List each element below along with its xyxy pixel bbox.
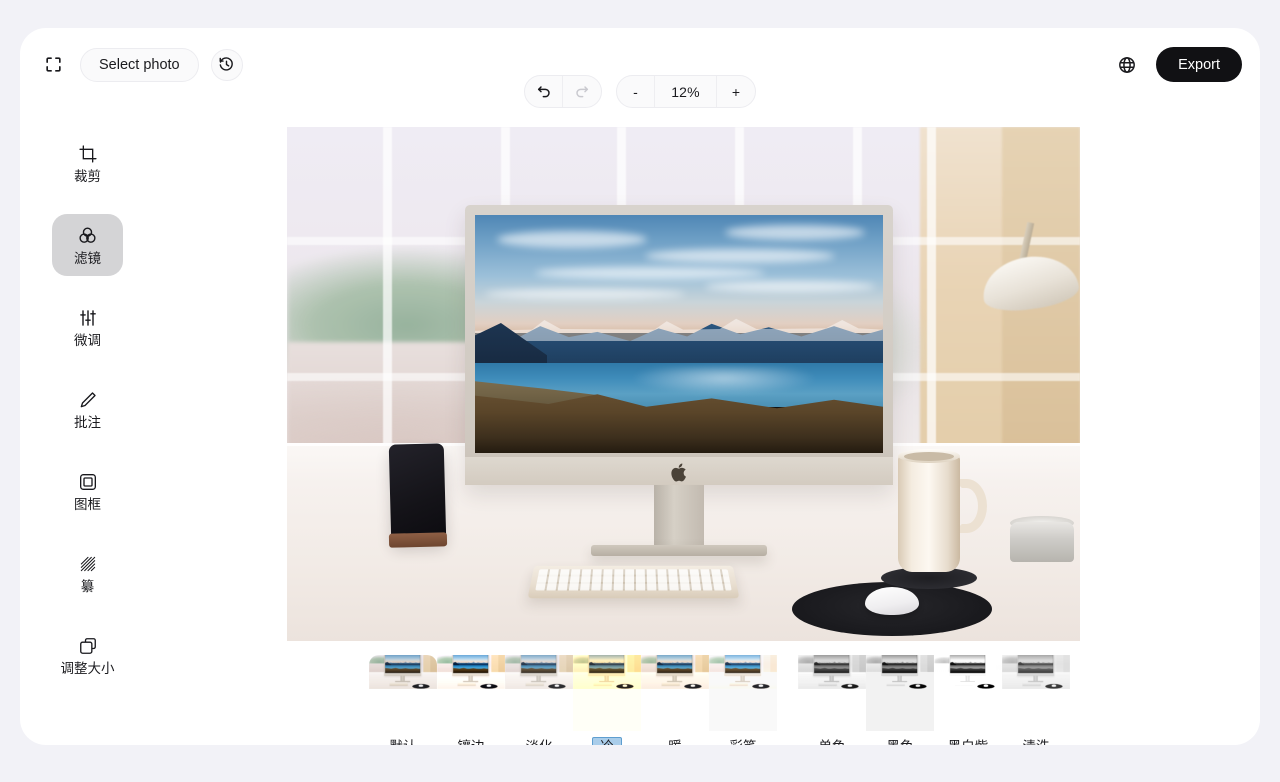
filter-thumbnail [1002, 655, 1070, 731]
filter-item-black-white-purple[interactable]: 黑白紫 [934, 655, 1002, 745]
filter-label: 淡化 [519, 737, 560, 745]
photo-canvas[interactable] [287, 127, 1080, 641]
filter-strip-fade [1110, 648, 1260, 745]
filter-item-edge[interactable]: 镶边 [437, 655, 505, 745]
editor-window: Select photo - 12% + Export 裁剪 滤镜 微调 批注 … [20, 28, 1260, 745]
toolbar-right-group: Export [1112, 28, 1242, 101]
sidebar-item-mosaic[interactable]: 纂 [52, 542, 123, 604]
filter-rail: 默认 [369, 655, 1070, 745]
sliders-icon [78, 307, 98, 329]
sidebar-item-label: 裁剪 [74, 170, 101, 184]
sidebar-item-label: 微调 [74, 334, 101, 348]
filter-label: 镶边 [451, 737, 492, 745]
filter-item-warm[interactable]: 暖 [641, 655, 709, 745]
filter-label: 单色 [812, 737, 853, 745]
filter-item-monochrome[interactable]: 单色 [798, 655, 866, 745]
toolbar: Select photo - 12% + Export [20, 28, 1260, 101]
photo-scene [287, 127, 1080, 641]
filter-thumbnail [573, 655, 641, 731]
filter-thumbnail [641, 655, 709, 731]
filter-thumbnail [437, 655, 505, 731]
filter-strip[interactable]: 默认 [155, 648, 1260, 745]
language-button[interactable] [1112, 50, 1142, 80]
filter-item-pen[interactable]: 彩笔 [709, 655, 777, 745]
sidebar-item-frame[interactable]: 图框 [52, 460, 123, 522]
sidebar-item-filter[interactable]: 滤镜 [52, 214, 123, 276]
sidebar-item-label: 图框 [74, 498, 101, 512]
undo-icon [536, 84, 552, 100]
filter-label: 渍洗 [1016, 737, 1057, 745]
export-button[interactable]: Export [1156, 47, 1242, 82]
history-button[interactable] [211, 49, 243, 81]
select-photo-button[interactable]: Select photo [80, 48, 199, 82]
globe-icon [1117, 55, 1137, 75]
sidebar-item-label: 纂 [81, 580, 95, 594]
filter-thumbnail [369, 655, 437, 731]
tool-sidebar: 裁剪 滤镜 微调 批注 图框 纂 调整大小 [20, 101, 155, 745]
sidebar-item-crop[interactable]: 裁剪 [52, 132, 123, 194]
sidebar-item-annotate[interactable]: 批注 [52, 378, 123, 440]
frame-icon [78, 471, 98, 493]
filter-thumbnail [866, 655, 934, 731]
redo-icon [574, 84, 590, 100]
sidebar-item-adjust[interactable]: 微调 [52, 296, 123, 358]
filter-item-wash[interactable]: 渍洗 [1002, 655, 1070, 745]
export-label: Export [1178, 57, 1220, 73]
filter-label: 暖 [661, 737, 689, 745]
sidebar-item-label: 调整大小 [61, 662, 115, 676]
select-photo-label: Select photo [99, 57, 180, 73]
filter-group-monochrome: 单色 [798, 655, 1070, 745]
filter-thumbnail [505, 655, 573, 731]
filter-thumbnail [709, 655, 777, 731]
crop-icon [78, 143, 98, 165]
fullscreen-icon [44, 55, 63, 74]
filter-label: 彩笔 [723, 737, 764, 745]
filter-label: 黑色 [880, 737, 921, 745]
filter-item-black[interactable]: 黑色 [866, 655, 934, 745]
toolbar-left-group: Select photo [38, 28, 243, 101]
resize-icon [78, 635, 98, 657]
pencil-icon [78, 389, 98, 411]
sidebar-item-label: 批注 [74, 416, 101, 430]
sidebar-item-label: 滤镜 [74, 252, 101, 266]
fullscreen-button[interactable] [38, 50, 68, 80]
filter-item-fade[interactable]: 淡化 [505, 655, 573, 745]
filter-group-color: 默认 [369, 655, 777, 745]
mosaic-icon [78, 553, 98, 575]
filter-item-default[interactable]: 默认 [369, 655, 437, 745]
history-icon [218, 56, 235, 73]
filter-item-cool[interactable]: 冷 [573, 655, 641, 745]
filter-thumbnail [934, 655, 1002, 731]
filter-label: 黑白紫 [941, 737, 996, 745]
filter-label: 默认 [383, 737, 424, 745]
filter-label: 冷 [592, 737, 622, 745]
filter-thumbnail [798, 655, 866, 731]
apple-logo-icon [671, 463, 688, 482]
sidebar-item-resize[interactable]: 调整大小 [52, 624, 123, 686]
filter-icon [77, 225, 98, 247]
